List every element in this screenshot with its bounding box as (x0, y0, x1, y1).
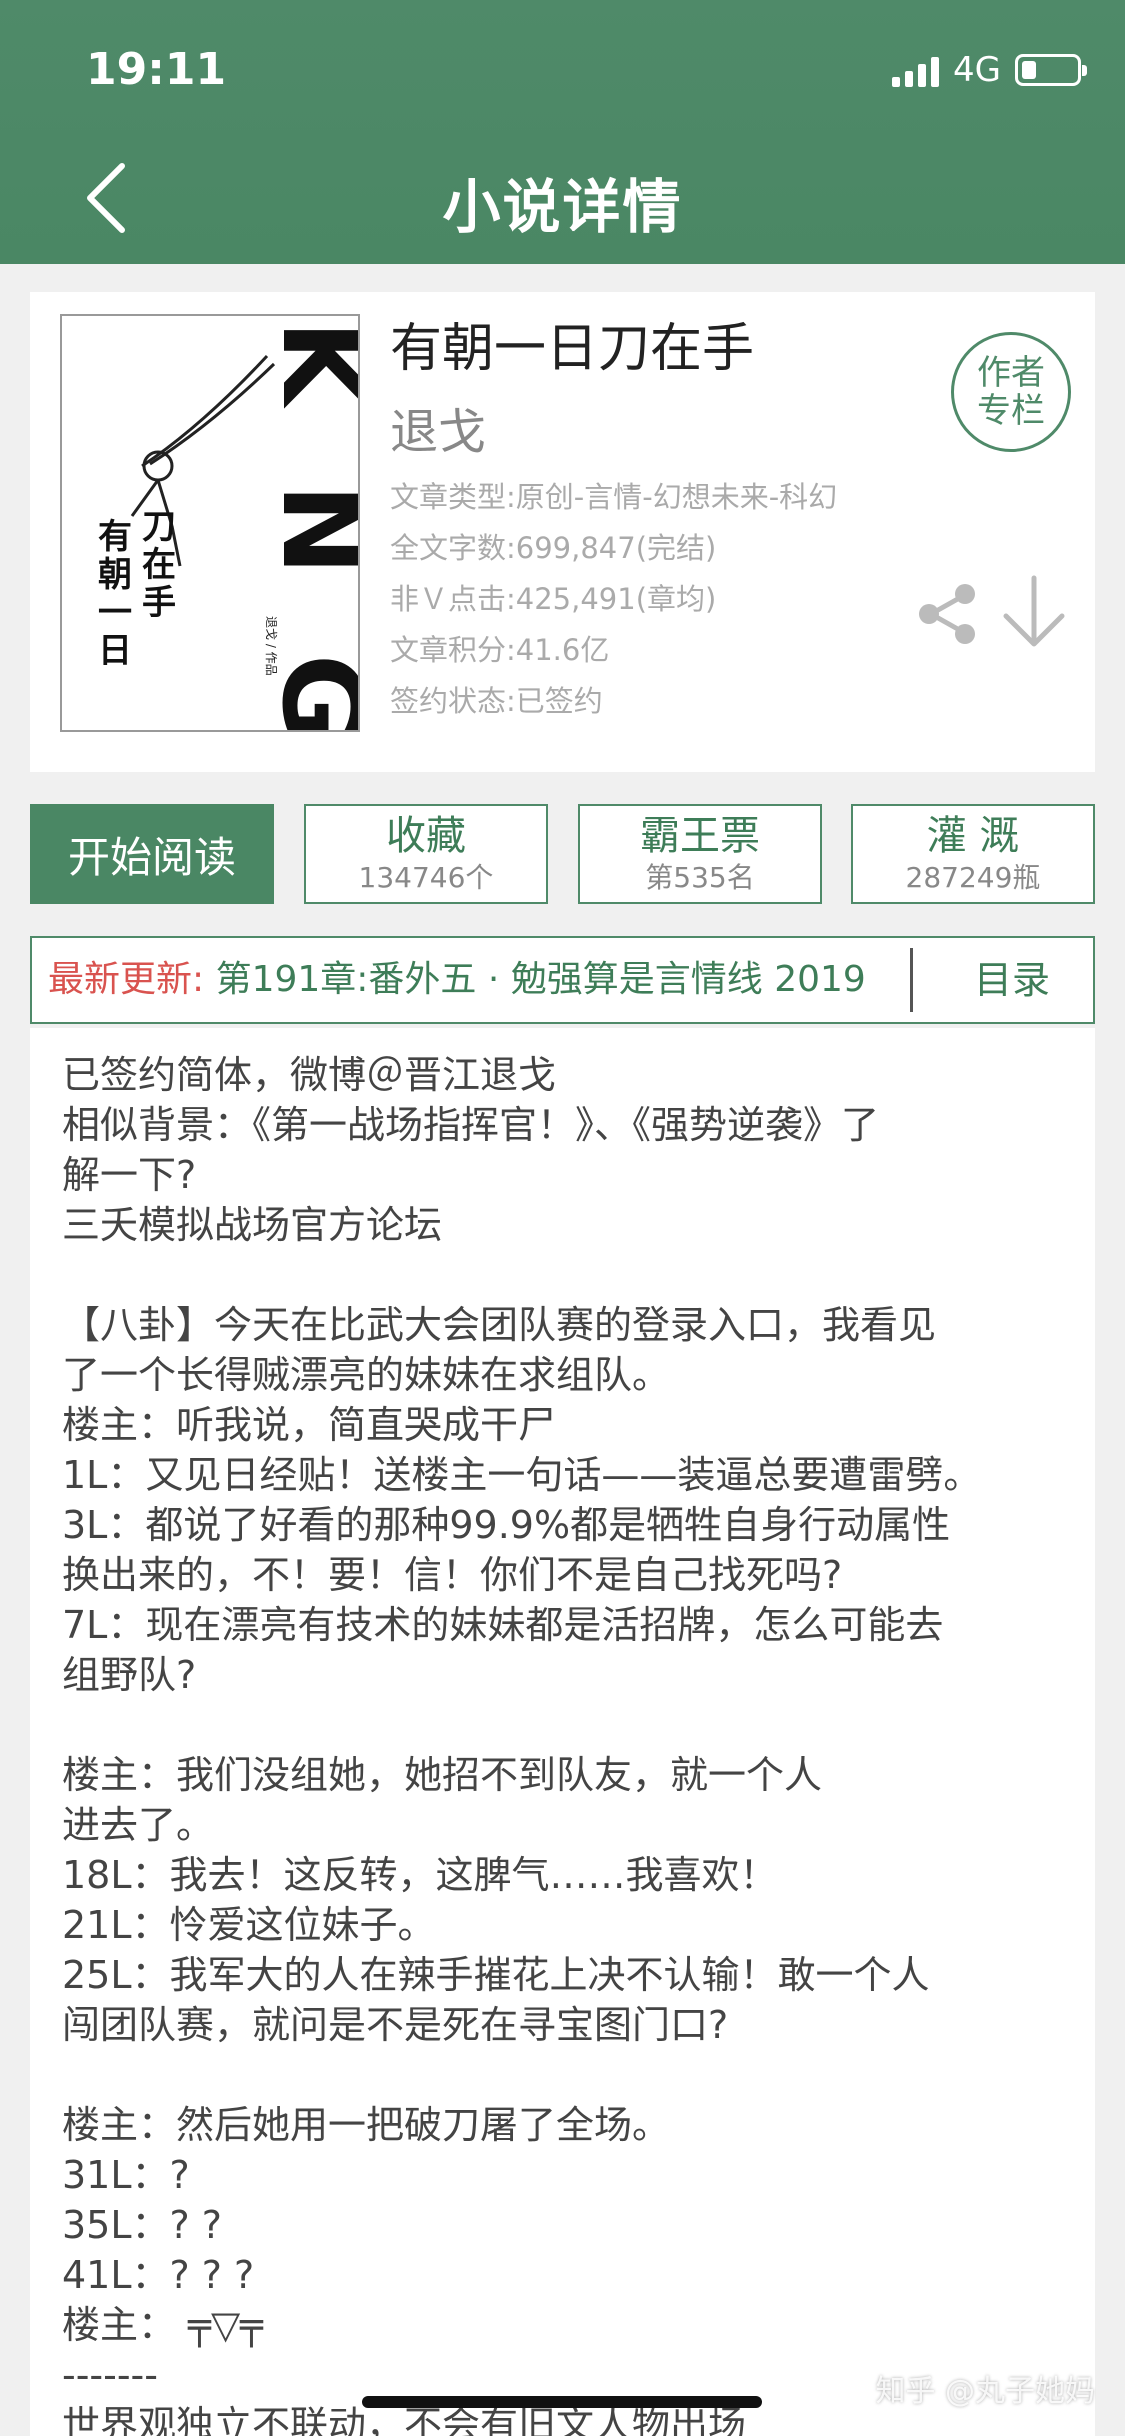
cover-credit: 退戈 / 作品 (264, 616, 278, 676)
intro-line: 35L：? ? (62, 2203, 222, 2247)
battery-icon (1015, 54, 1087, 86)
intro-line: 【八卦】今天在比武大会团队赛的登录入口，我看见 (62, 1303, 937, 1347)
intro-line: 进去了。 (62, 1803, 215, 1847)
book-info-card: K N G 有 朝 一 日 刀 在 手 退戈 / 作品 有朝一日刀在手 退戈 文… (30, 292, 1095, 772)
collect-count: 134746个 (358, 861, 494, 894)
intro-line: 三夭模拟战场官方论坛 (62, 1203, 443, 1247)
meta-sign-status: 签约状态:已签约 (390, 684, 603, 718)
intro-line: 楼主：听我说，简直哭成干尸 (62, 1403, 557, 1447)
intro-line: 25L：我军大的人在辣手摧花上决不认输！敢一个人 (62, 1953, 930, 1997)
divider (910, 948, 913, 1012)
book-author[interactable]: 退戈 (390, 392, 486, 462)
intro-line: 相似背景：《第一战场指挥官！》、《强势逆袭》了 (62, 1103, 880, 1147)
ticket-button[interactable]: 霸王票 第535名 (578, 804, 822, 904)
intro-line: 楼主：然后她用一把破刀屠了全场。 (62, 2103, 671, 2147)
intro-line: 楼主： ╤▽╤ (62, 2303, 264, 2347)
collect-button[interactable]: 收藏 134746个 (304, 804, 548, 904)
download-icon[interactable] (1000, 574, 1068, 650)
home-indicator[interactable] (362, 2396, 762, 2408)
signal-icon (892, 53, 940, 87)
intro-line: 31L：? (62, 2153, 190, 2197)
meta-type: 文章类型:原创-言情-幻想未来-科幻 (390, 480, 838, 514)
latest-update-bar[interactable]: 最新更新: 第191章:番外五 · 勉强算是言情线 2019 目录 (30, 936, 1095, 1024)
latest-chapter-link[interactable]: 第191章:番外五 · 勉强算是言情线 2019 (216, 959, 866, 1000)
cover-art: K N G 有 朝 一 日 刀 在 手 退戈 / 作品 (62, 316, 358, 730)
intro-line: 楼主：我们没组她，她招不到队友，就一个人 (62, 1753, 823, 1797)
ticket-rank: 第535名 (645, 861, 755, 894)
nav-header: 19:11 4G 小说详情 (0, 0, 1125, 264)
water-label: 灌 溉 (926, 813, 1020, 859)
status-time: 19:11 (86, 44, 227, 95)
cover-title-char: 刀 (142, 507, 176, 547)
author-column-label-2: 专栏 (977, 391, 1045, 431)
intro-line: 3L：都说了好看的那种99.9%都是牺牲自身行动属性 (62, 1503, 951, 1547)
intro-line: 18L：我去！这反转，这脾气……我喜欢！ (62, 1853, 778, 1897)
meta-score: 文章积分:41.6亿 (390, 633, 610, 667)
book-cover[interactable]: K N G 有 朝 一 日 刀 在 手 退戈 / 作品 (60, 314, 360, 732)
intro-line: 了一个长得贼漂亮的妹妹在求组队。 (62, 1353, 671, 1397)
intro-line: 41L：? ? ? (62, 2253, 255, 2297)
cover-title-char: 在 (142, 545, 176, 585)
meta-word-count: 全文字数:699,847(完结) (390, 531, 717, 565)
intro-line: 1L：又见日经贴！送楼主一句话——装逼总要遭雷劈。 (62, 1453, 982, 1497)
intro-line: 解一下? (62, 1153, 197, 1197)
cover-title-char: 日 (98, 631, 132, 671)
author-column-label-1: 作者 (977, 353, 1045, 393)
network-type: 4G (953, 50, 1001, 90)
start-reading-button[interactable]: 开始阅读 (30, 804, 274, 904)
book-title: 有朝一日刀在手 (390, 319, 755, 379)
intro-line (62, 1700, 1082, 1750)
latest-update-text[interactable]: 最新更新: 第191章:番外五 · 勉强算是言情线 2019 (48, 938, 938, 1022)
intro-text: 已签约简体，微博＠晋江退戈相似背景：《第一战场指挥官！》、《强势逆袭》了 解一下?… (62, 1050, 1082, 2436)
cover-title-char: 有 (98, 517, 132, 557)
intro-line: 已签约简体，微博＠晋江退戈 (62, 1053, 557, 1097)
water-count: 287249瓶 (905, 861, 1041, 894)
collect-label: 收藏 (386, 813, 466, 859)
intro-line (62, 2050, 1082, 2100)
cover-title-char: 一 (98, 593, 132, 633)
book-introduction: 已签约简体，微博＠晋江退戈相似背景：《第一战场指挥官！》、《强势逆袭》了 解一下?… (30, 1028, 1095, 2436)
intro-line: 组野队? (62, 1653, 197, 1697)
meta-clicks: 非Ｖ点击:425,491(章均) (390, 582, 717, 616)
cover-title-char: 朝 (98, 555, 132, 595)
intro-line: 7L：现在漂亮有技术的妹妹都是活招牌，怎么可能去 (62, 1603, 944, 1647)
watermark: 知乎 @丸子她妈 (875, 2374, 1095, 2409)
ticket-label: 霸王票 (640, 813, 760, 859)
cover-title-char: 手 (142, 583, 176, 623)
intro-line: 换出来的，不！要！信！你们不是自己找死吗? (62, 1553, 843, 1597)
share-icon[interactable] (915, 582, 979, 646)
intro-line (62, 1250, 1082, 1300)
author-column-button[interactable]: 作者 专栏 (951, 332, 1071, 452)
intro-line: 闯团队赛，就问是不是死在寻宝图门口? (62, 2003, 729, 2047)
latest-update-label: 最新更新: (48, 959, 216, 1000)
status-indicators: 4G (892, 50, 1087, 90)
book-meta: 文章类型:原创-言情-幻想未来-科幻 全文字数:699,847(完结) 非Ｖ点击… (390, 472, 837, 727)
intro-line: 21L：怜爱这位妹子。 (62, 1903, 436, 1947)
page-title: 小说详情 (442, 173, 683, 241)
table-of-contents-button[interactable]: 目录 (932, 938, 1092, 1022)
water-button[interactable]: 灌 溉 287249瓶 (851, 804, 1095, 904)
